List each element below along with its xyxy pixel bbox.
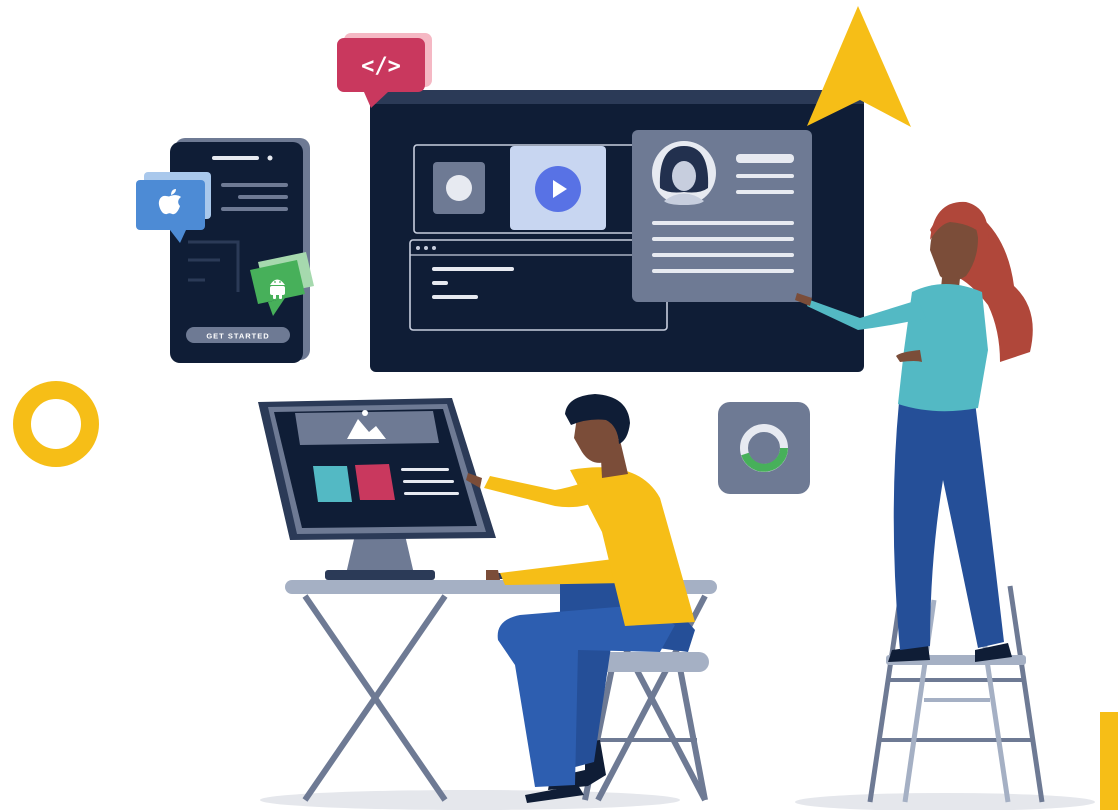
- desktop-monitor: [258, 398, 496, 580]
- crimson-panel: [355, 464, 395, 500]
- progress-widget: [718, 402, 810, 494]
- code-icon: </>: [361, 54, 401, 79]
- mobile-phone: GET STARTED: [170, 138, 310, 363]
- floor-shadow-desk: [260, 790, 680, 810]
- ring-icon: [13, 381, 99, 467]
- scene: </> GET STARTED: [13, 6, 1118, 810]
- get-started-label: GET STARTED: [206, 332, 269, 341]
- illustration: </> GET STARTED: [0, 0, 1118, 810]
- ladder: [867, 585, 1045, 803]
- image-icon: [295, 410, 439, 445]
- avatar-icon: [652, 141, 716, 205]
- floor-shadow-ladder: [795, 793, 1095, 810]
- get-started-button[interactable]: GET STARTED: [186, 327, 290, 343]
- yellow-edge-bar: [1100, 712, 1118, 810]
- teal-panel: [313, 466, 352, 502]
- profile-card: [632, 130, 812, 302]
- video-tile: [510, 146, 606, 230]
- text-window: [409, 239, 668, 331]
